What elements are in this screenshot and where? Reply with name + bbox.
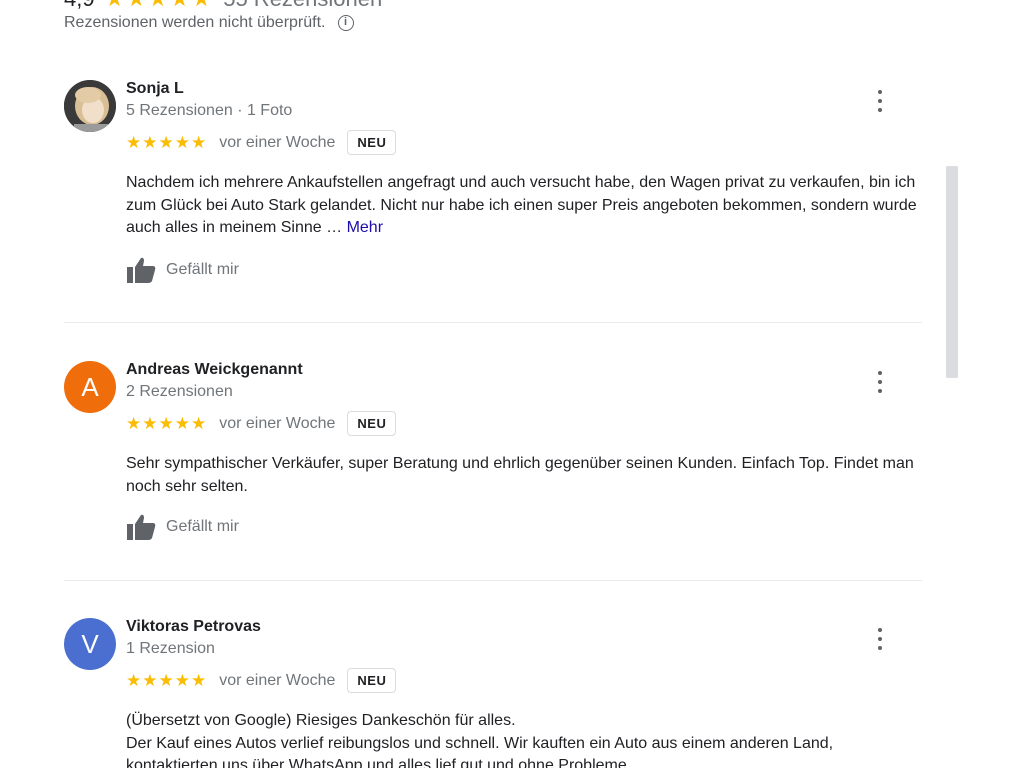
review-date: vor einer Woche (219, 414, 336, 432)
avatar[interactable] (64, 80, 116, 132)
review-disclaimer: Rezensionen werden nicht überprüft. i (64, 14, 354, 32)
review-text-line: (Übersetzt von Google) Riesiges Dankesch… (126, 712, 516, 729)
more-options-icon[interactable] (874, 371, 886, 393)
thumbs-up-icon (127, 514, 156, 540)
review-count-link[interactable]: 55 Rezensionen (223, 0, 382, 11)
new-badge: NEU (347, 411, 397, 436)
like-label: Gefällt mir (166, 518, 239, 535)
star-rating: ★★★★★ (126, 132, 208, 152)
more-options-icon[interactable] (874, 90, 886, 112)
more-options-icon[interactable] (874, 628, 886, 650)
review-item: Sonja L 5 Rezensionen · 1 Foto ★★★★★ vor… (64, 80, 922, 290)
rating-row: ★★★★★ vor einer Woche NEU (126, 130, 397, 155)
star-rating: ★★★★★ (126, 670, 208, 690)
like-label: Gefällt mir (166, 261, 239, 278)
info-icon[interactable]: i (337, 15, 354, 31)
reviewer-meta[interactable]: 1 Rezension (126, 640, 215, 658)
reviewer-meta[interactable]: 5 Rezensionen · 1 Foto (126, 102, 292, 120)
disclaimer-text: Rezensionen werden nicht überprüft. (64, 14, 326, 31)
like-button[interactable]: Gefällt mir (126, 513, 239, 541)
review-divider (64, 322, 922, 323)
like-button[interactable]: Gefällt mir (126, 256, 239, 284)
rating-row: ★★★★★ vor einer Woche NEU (126, 668, 397, 693)
new-badge: NEU (347, 130, 397, 155)
average-rating: 4,9 (64, 0, 95, 11)
summary-stars: ★★★★★ (105, 0, 214, 11)
new-badge: NEU (347, 668, 397, 693)
review-text: Sehr sympathischer Verkäufer, super Bera… (126, 455, 914, 495)
review-text-line: Der Kauf eines Autos verlief reibungslos… (126, 734, 834, 768)
review-text: Nachdem ich mehrere Ankaufstellen angefr… (126, 172, 926, 240)
review-date: vor einer Woche (219, 671, 336, 689)
review-divider (64, 580, 922, 581)
review-text: (Übersetzt von Google) Riesiges Dankesch… (126, 710, 926, 768)
review-body: Nachdem ich mehrere Ankaufstellen angefr… (126, 174, 917, 236)
review-item: A Andreas Weickgenannt 2 Rezensionen ★★★… (64, 361, 922, 551)
profile-photo-icon (64, 80, 116, 132)
thumbs-up-icon (127, 257, 156, 283)
reviewer-name[interactable]: Viktoras Petrovas (126, 618, 261, 636)
read-more-link[interactable]: Mehr (347, 219, 383, 236)
review-item: V Viktoras Petrovas 1 Rezension ★★★★★ vo… (64, 618, 922, 768)
reviewer-name[interactable]: Andreas Weickgenannt (126, 361, 303, 379)
reviews-page: 4,9 ★★★★★ 55 Rezensionen Rezensionen werde… (0, 0, 1024, 768)
avatar[interactable]: A (64, 361, 116, 413)
rating-summary: 4,9 ★★★★★ 55 Rezensionen (64, 0, 382, 12)
avatar[interactable]: V (64, 618, 116, 670)
scrollbar-thumb[interactable] (946, 166, 958, 378)
rating-row: ★★★★★ vor einer Woche NEU (126, 411, 397, 436)
review-date: vor einer Woche (219, 133, 336, 151)
reviewer-meta[interactable]: 2 Rezensionen (126, 383, 233, 401)
reviewer-name[interactable]: Sonja L (126, 80, 184, 98)
star-rating: ★★★★★ (126, 413, 208, 433)
